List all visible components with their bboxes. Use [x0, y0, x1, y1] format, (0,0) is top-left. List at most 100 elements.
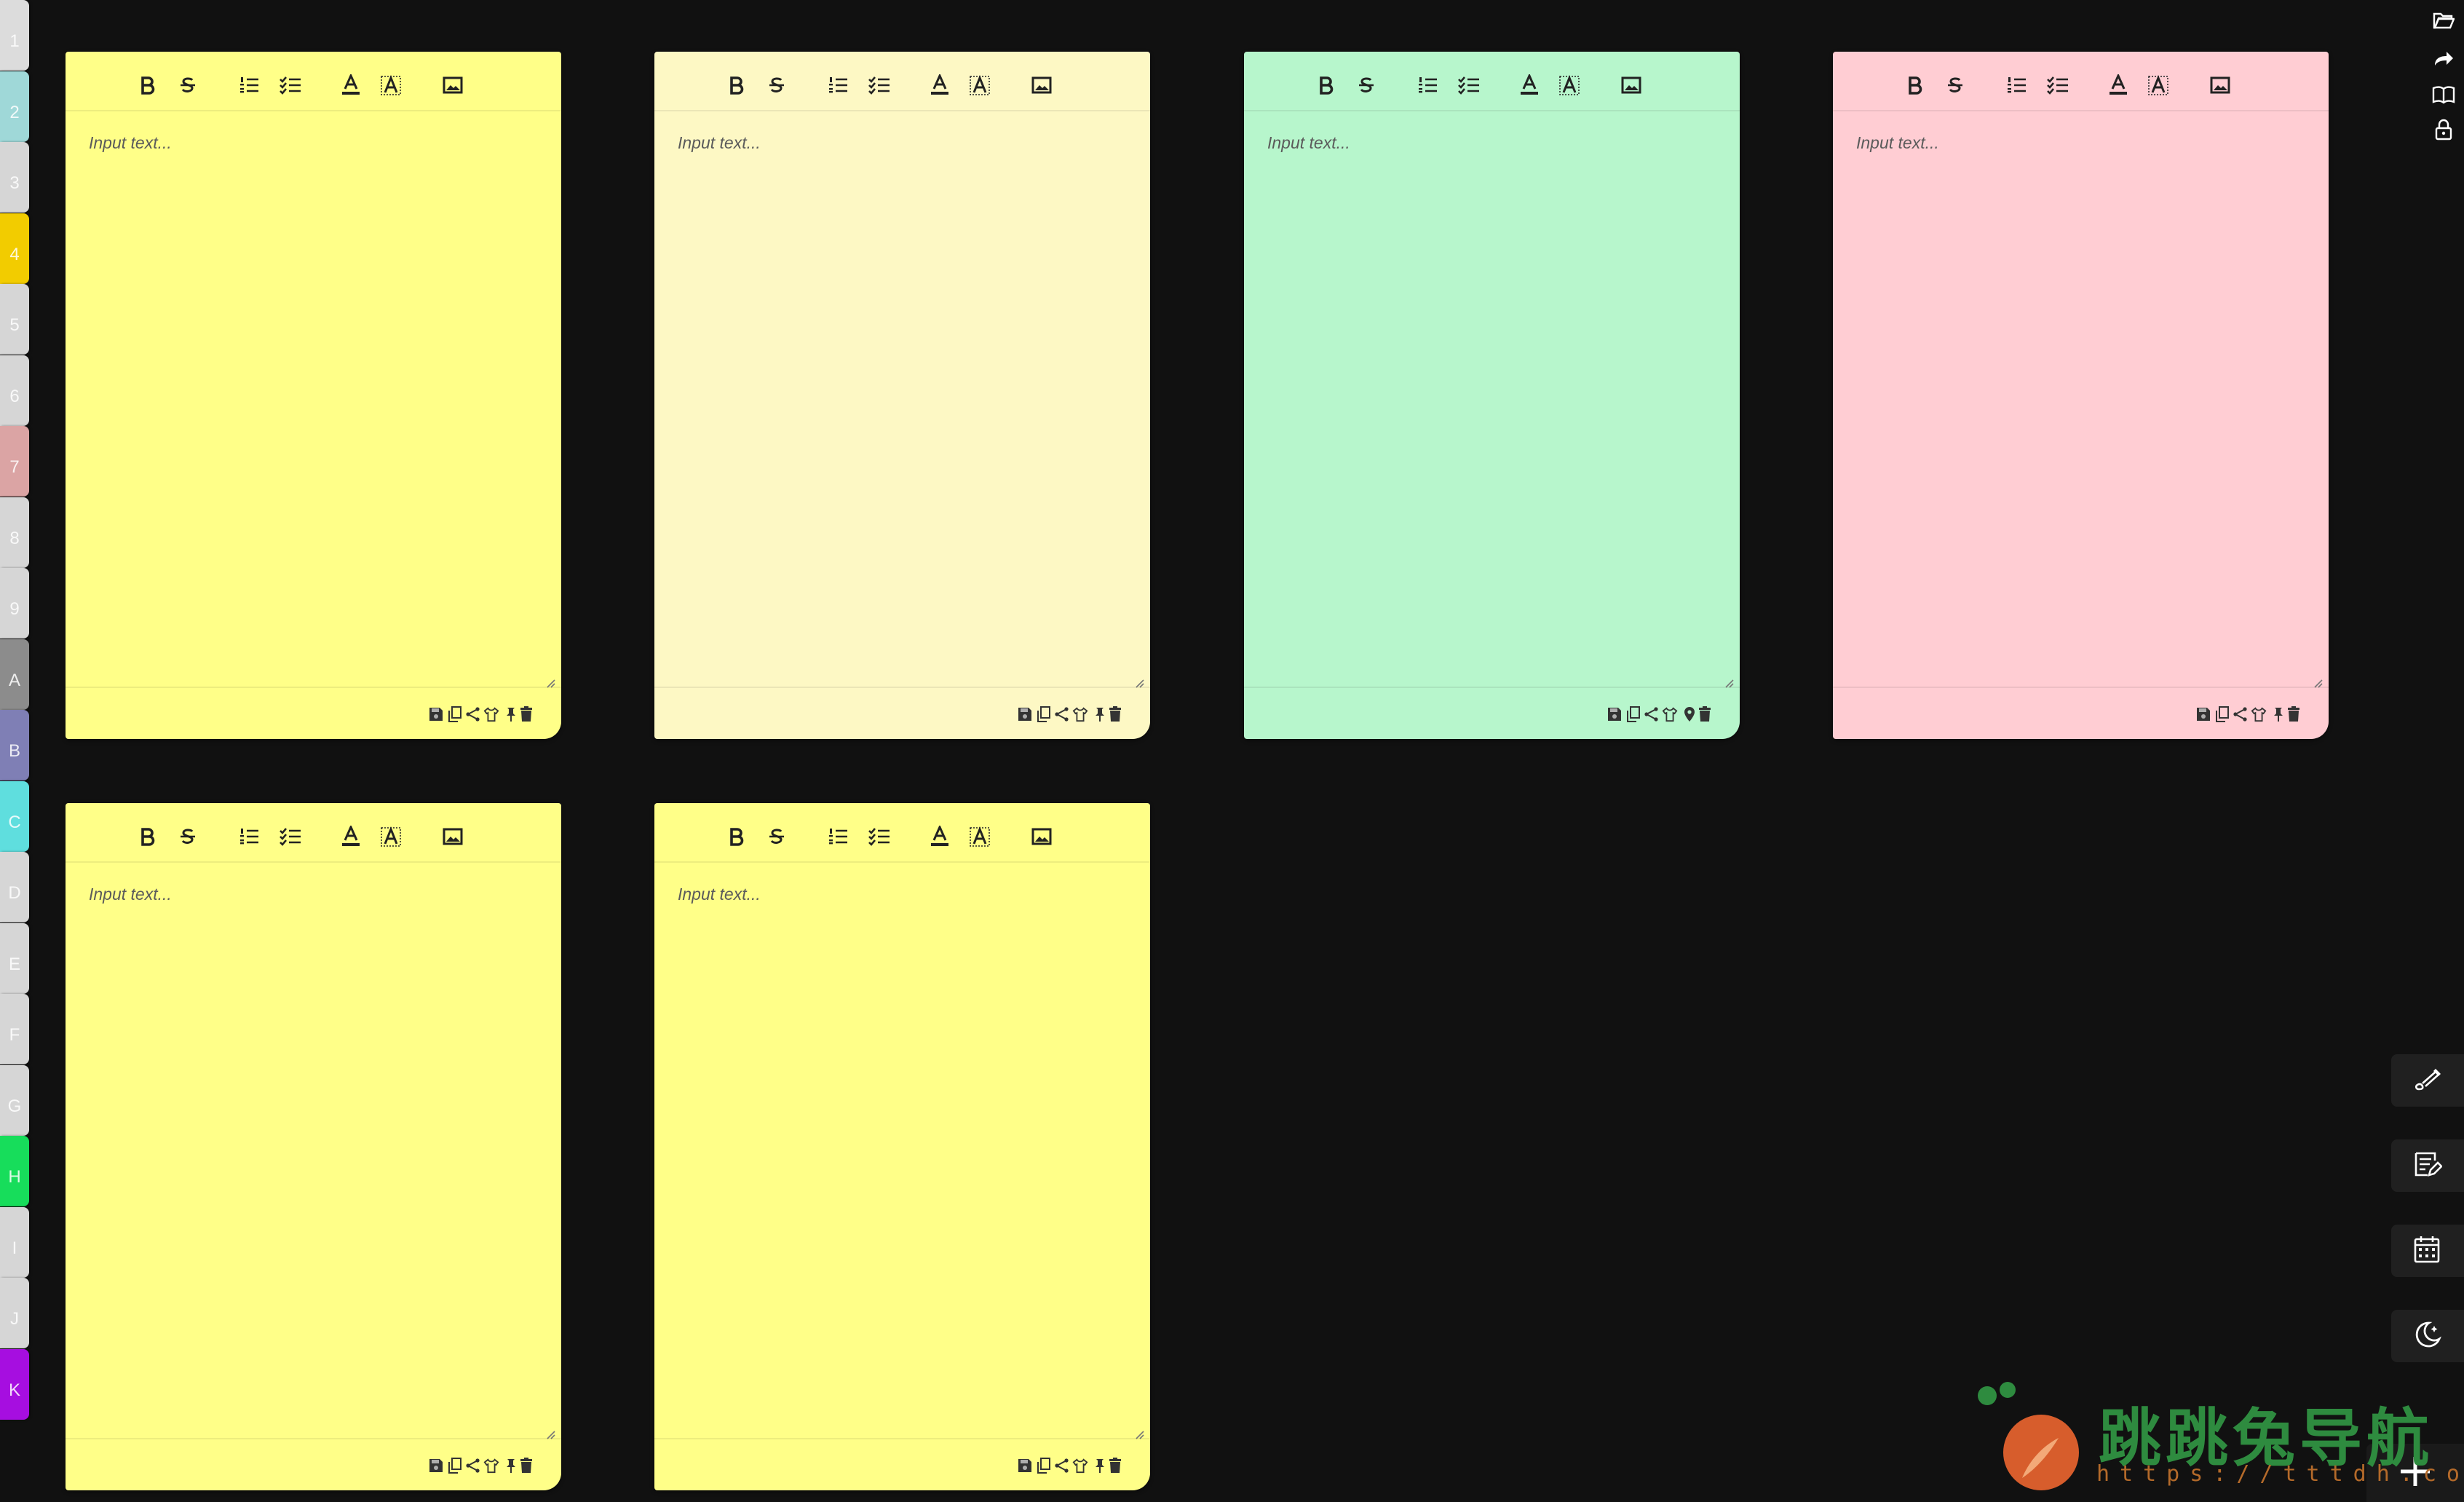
page-tab-f[interactable]: F: [0, 994, 29, 1064]
font-color-icon[interactable]: [338, 74, 363, 97]
palette-icon[interactable]: [2251, 705, 2267, 723]
lock-icon[interactable]: [2431, 116, 2457, 143]
font-color-icon[interactable]: [2106, 74, 2131, 97]
note-text-input[interactable]: [87, 883, 539, 1432]
trash-icon[interactable]: [1107, 1457, 1123, 1474]
page-tab-c[interactable]: C: [0, 780, 29, 852]
highlight-icon[interactable]: [2146, 74, 2171, 97]
page-tab-e[interactable]: E: [0, 922, 29, 994]
note-text-input[interactable]: [1266, 132, 1718, 681]
copy-icon[interactable]: [1625, 705, 1641, 723]
bold-icon[interactable]: [724, 74, 749, 97]
page-tab-3[interactable]: 3: [0, 142, 29, 213]
page-tab-i[interactable]: I: [0, 1206, 29, 1278]
folder-open-icon[interactable]: [2431, 7, 2457, 33]
bold-icon[interactable]: [724, 825, 749, 848]
brush-button[interactable]: [2391, 1054, 2464, 1107]
note-text-input[interactable]: [676, 132, 1128, 681]
font-color-icon[interactable]: [927, 74, 952, 97]
pin-icon[interactable]: [503, 705, 519, 723]
image-icon[interactable]: [1619, 74, 1644, 97]
page-tab-2[interactable]: 2: [0, 71, 29, 142]
share-icon[interactable]: [1054, 1457, 1070, 1474]
font-color-icon[interactable]: [338, 825, 363, 848]
palette-icon[interactable]: [483, 705, 499, 723]
note-text-input[interactable]: [676, 883, 1128, 1432]
highlight-icon[interactable]: [967, 74, 992, 97]
page-tab-g[interactable]: G: [0, 1064, 29, 1136]
image-icon[interactable]: [2208, 74, 2233, 97]
page-tab-7[interactable]: 7: [0, 426, 29, 497]
share-icon[interactable]: [2233, 705, 2249, 723]
page-tab-k[interactable]: K: [0, 1348, 29, 1420]
share-icon[interactable]: [1644, 705, 1660, 723]
ordered-list-icon[interactable]: [237, 74, 262, 97]
page-tab-d[interactable]: D: [0, 852, 29, 922]
font-color-icon[interactable]: [927, 825, 952, 848]
book-icon[interactable]: [2431, 82, 2457, 108]
page-tab-6[interactable]: 6: [0, 355, 29, 426]
palette-icon[interactable]: [1072, 1457, 1088, 1474]
share-icon[interactable]: [1054, 705, 1070, 723]
trash-icon[interactable]: [1697, 705, 1713, 723]
save-icon[interactable]: [2195, 705, 2211, 723]
copy-icon[interactable]: [2214, 705, 2230, 723]
pin-icon[interactable]: [1092, 705, 1108, 723]
pin-icon[interactable]: [503, 1457, 519, 1474]
page-tab-5[interactable]: 5: [0, 284, 29, 355]
checklist-icon[interactable]: [1457, 74, 1481, 97]
bold-icon[interactable]: [1903, 74, 1928, 97]
strikethrough-icon[interactable]: [764, 825, 789, 848]
ordered-list-icon[interactable]: [826, 74, 851, 97]
calendar-button[interactable]: [2391, 1225, 2464, 1277]
pin-icon[interactable]: [1092, 1457, 1108, 1474]
page-tab-4[interactable]: 4: [0, 213, 29, 284]
map-pin-icon[interactable]: [1681, 705, 1698, 723]
copy-icon[interactable]: [447, 1457, 463, 1474]
save-icon[interactable]: [1017, 705, 1033, 723]
page-tab-a[interactable]: A: [0, 639, 29, 710]
copy-icon[interactable]: [1036, 1457, 1052, 1474]
highlight-icon[interactable]: [379, 825, 403, 848]
strikethrough-icon[interactable]: [175, 825, 200, 848]
ordered-list-icon[interactable]: [826, 825, 851, 848]
page-tab-j[interactable]: J: [0, 1278, 29, 1348]
palette-icon[interactable]: [1072, 705, 1088, 723]
page-tab-1[interactable]: 1: [0, 0, 29, 71]
trash-icon[interactable]: [2286, 705, 2302, 723]
bold-icon[interactable]: [135, 825, 160, 848]
font-color-icon[interactable]: [1517, 74, 1542, 97]
dark-mode-button[interactable]: [2391, 1310, 2464, 1362]
highlight-icon[interactable]: [1557, 74, 1582, 97]
page-tab-b[interactable]: B: [0, 710, 29, 780]
redo-icon[interactable]: [2431, 45, 2457, 71]
palette-icon[interactable]: [1662, 705, 1678, 723]
image-icon[interactable]: [440, 825, 465, 848]
checklist-icon[interactable]: [867, 825, 892, 848]
save-icon[interactable]: [428, 705, 444, 723]
image-icon[interactable]: [440, 74, 465, 97]
checklist-icon[interactable]: [278, 74, 303, 97]
bold-icon[interactable]: [135, 74, 160, 97]
strikethrough-icon[interactable]: [764, 74, 789, 97]
trash-icon[interactable]: [518, 1457, 534, 1474]
bold-icon[interactable]: [1314, 74, 1339, 97]
strikethrough-icon[interactable]: [1354, 74, 1379, 97]
strikethrough-icon[interactable]: [175, 74, 200, 97]
ordered-list-icon[interactable]: [1416, 74, 1441, 97]
save-icon[interactable]: [1017, 1457, 1033, 1474]
save-icon[interactable]: [428, 1457, 444, 1474]
strikethrough-icon[interactable]: [1943, 74, 1968, 97]
copy-icon[interactable]: [1036, 705, 1052, 723]
ordered-list-icon[interactable]: [2005, 74, 2029, 97]
note-text-input[interactable]: [1855, 132, 2307, 681]
page-tab-9[interactable]: 9: [0, 568, 29, 639]
image-icon[interactable]: [1029, 74, 1054, 97]
highlight-icon[interactable]: [379, 74, 403, 97]
copy-icon[interactable]: [447, 705, 463, 723]
checklist-icon[interactable]: [867, 74, 892, 97]
trash-icon[interactable]: [1107, 705, 1123, 723]
page-tab-h[interactable]: H: [0, 1136, 29, 1206]
checklist-icon[interactable]: [278, 825, 303, 848]
share-icon[interactable]: [465, 705, 481, 723]
